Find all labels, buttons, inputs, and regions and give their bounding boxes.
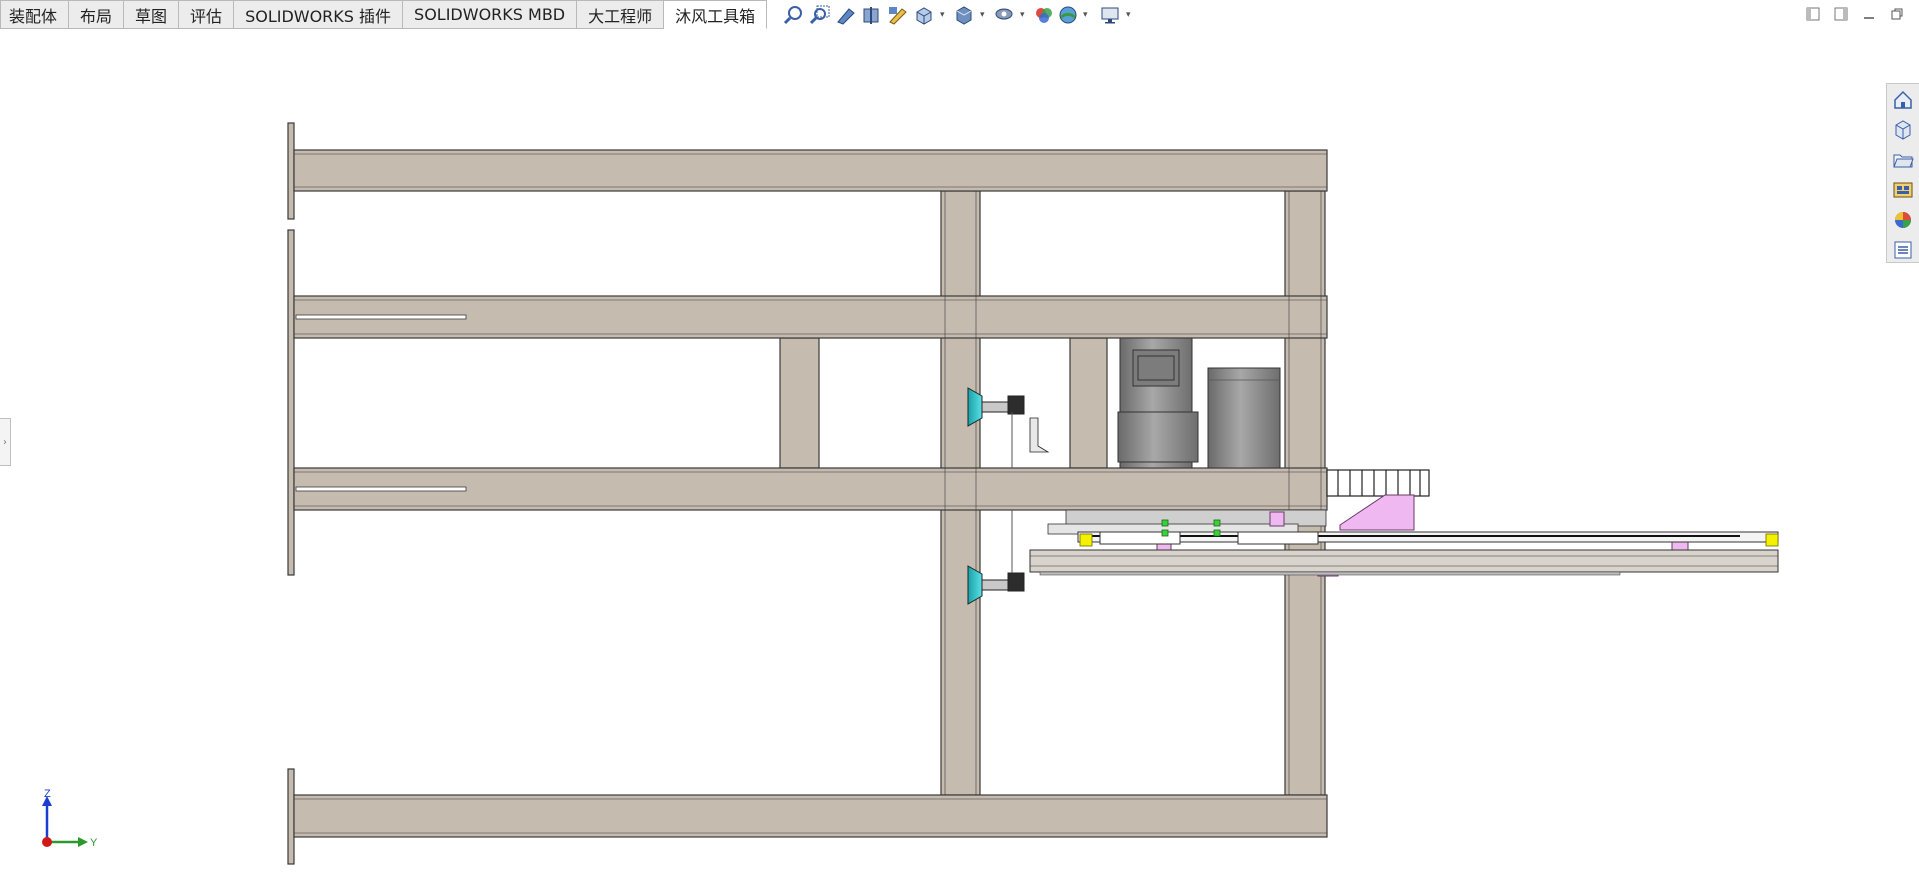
graphics-area[interactable]: Z Y xyxy=(0,30,1919,881)
tab-evaluate[interactable]: 评估 xyxy=(179,0,235,29)
section-view-icon[interactable] xyxy=(861,4,883,26)
frame-structure xyxy=(287,122,1328,865)
zoom-to-area-icon[interactable] xyxy=(809,4,831,26)
linear-slide-rail xyxy=(1029,531,1779,576)
view-settings-dropdown-icon[interactable]: ▾ xyxy=(1126,10,1134,20)
view-orientation-dropdown-icon[interactable]: ▾ xyxy=(940,10,948,20)
apply-scene-dropdown-icon[interactable]: ▾ xyxy=(1083,10,1091,20)
window-controls xyxy=(1805,6,1905,22)
end-plate-bottom xyxy=(287,768,295,865)
tab-assembly[interactable]: 装配体 xyxy=(0,0,70,29)
gearbox-cylinder xyxy=(1207,367,1281,469)
beam-slot-lower xyxy=(295,486,467,492)
tab-solidworks-mbd[interactable]: SOLIDWORKS MBD xyxy=(403,0,578,29)
tile-left-icon[interactable] xyxy=(1805,6,1821,22)
command-manager-tabs: 装配体 布局 草图 评估 SOLIDWORKS 插件 SOLIDWORKS MB… xyxy=(0,0,768,29)
assembly-model xyxy=(287,122,1779,865)
beam-bottom xyxy=(293,794,1328,838)
hide-show-dropdown-icon[interactable]: ▾ xyxy=(1020,10,1028,20)
end-plate-middle xyxy=(287,229,295,576)
view-settings-icon[interactable] xyxy=(1099,4,1121,26)
tile-right-icon[interactable] xyxy=(1833,6,1849,22)
previous-view-icon[interactable] xyxy=(835,4,857,26)
zoom-to-fit-icon[interactable] xyxy=(783,4,805,26)
triad-z-label: Z xyxy=(44,788,51,800)
tab-mufeng-toolbox[interactable]: 沐风工具箱 xyxy=(664,0,768,29)
cable-drag-chain xyxy=(1326,469,1430,497)
slide-carriage-right xyxy=(1237,531,1319,545)
triad-y-label: Y xyxy=(90,837,98,849)
beam-slot-upper xyxy=(295,314,467,320)
display-style-icon[interactable] xyxy=(953,4,975,26)
view-orientation-icon[interactable] xyxy=(913,4,935,26)
edit-appearance-icon[interactable] xyxy=(1033,4,1055,26)
post-d xyxy=(1069,337,1108,469)
dynamic-annotation-view-icon[interactable] xyxy=(887,4,909,26)
beam-top xyxy=(293,149,1328,192)
tab-sketch[interactable]: 草图 xyxy=(124,0,180,29)
tab-layout[interactable]: 布局 xyxy=(69,0,125,29)
post-c xyxy=(779,337,820,469)
end-plate-top xyxy=(287,122,295,220)
minimize-icon[interactable] xyxy=(1861,6,1877,22)
coordinate-triad: Z Y xyxy=(30,788,110,858)
restore-icon[interactable] xyxy=(1889,6,1905,22)
tab-engineer[interactable]: 大工程师 xyxy=(577,0,665,29)
display-style-dropdown-icon[interactable]: ▾ xyxy=(980,10,988,20)
apply-scene-icon[interactable] xyxy=(1057,4,1079,26)
tab-solidworks-addins[interactable]: SOLIDWORKS 插件 xyxy=(234,0,404,29)
hide-show-items-icon[interactable] xyxy=(993,4,1015,26)
